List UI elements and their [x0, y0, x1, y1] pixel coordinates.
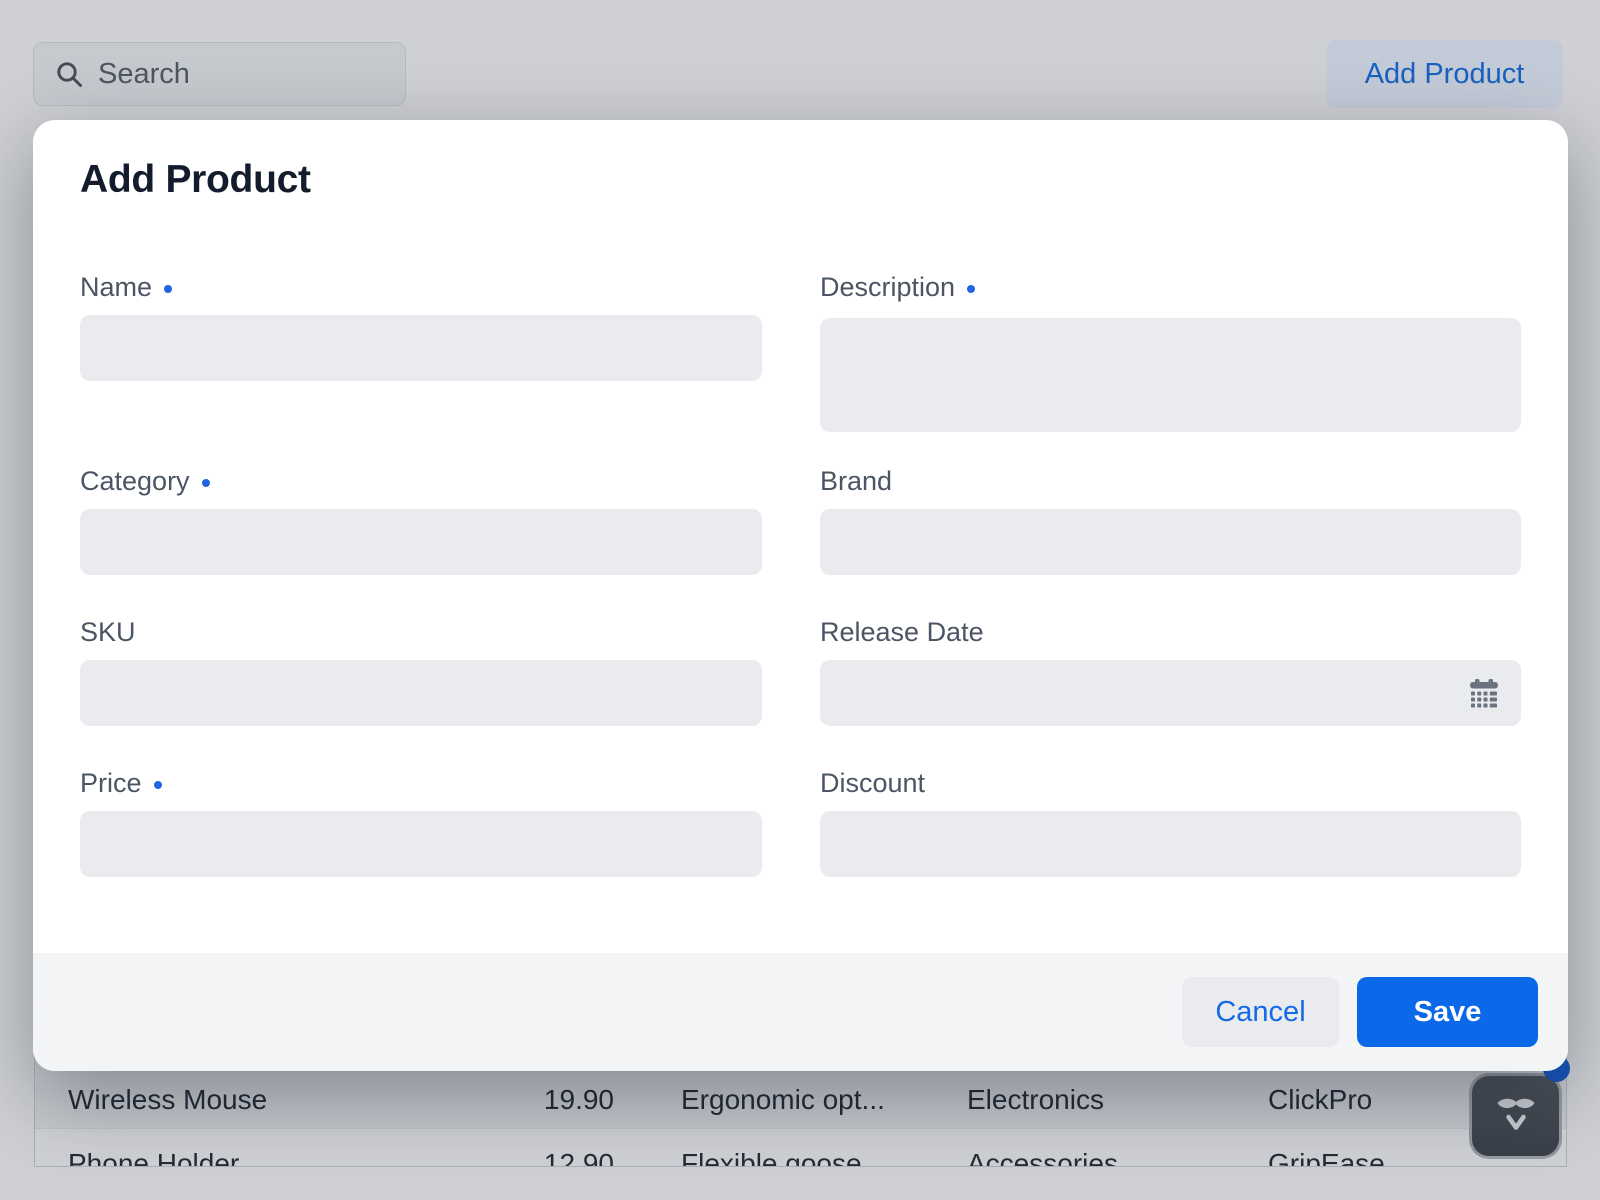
- brand-input[interactable]: [820, 509, 1521, 575]
- category-input[interactable]: [80, 509, 762, 575]
- modal-title: Add Product: [80, 158, 311, 202]
- field-label: Description: [820, 272, 955, 303]
- field-price: Price: [80, 768, 762, 877]
- field-label: Discount: [820, 768, 925, 799]
- price-input[interactable]: [80, 811, 762, 877]
- field-label: SKU: [80, 617, 136, 648]
- cancel-button[interactable]: Cancel: [1182, 977, 1339, 1047]
- description-textarea[interactable]: [820, 318, 1521, 432]
- field-category: Category: [80, 466, 762, 575]
- sku-input[interactable]: [80, 660, 762, 726]
- field-sku: SKU: [80, 617, 762, 726]
- field-label: Brand: [820, 466, 892, 497]
- save-button[interactable]: Save: [1357, 977, 1538, 1047]
- release-date-input[interactable]: [820, 660, 1521, 726]
- field-label: Release Date: [820, 617, 984, 648]
- field-description: Description: [820, 272, 1521, 432]
- discount-input[interactable]: [820, 811, 1521, 877]
- modal-footer: Cancel Save: [33, 953, 1568, 1071]
- field-brand: Brand: [820, 466, 1521, 575]
- name-input[interactable]: [80, 315, 762, 381]
- field-name: Name: [80, 272, 762, 381]
- required-dot: [202, 479, 210, 487]
- field-label: Category: [80, 466, 190, 497]
- field-label: Price: [80, 768, 142, 799]
- field-discount: Discount: [820, 768, 1521, 877]
- required-dot: [967, 285, 975, 293]
- calendar-icon[interactable]: [1467, 676, 1501, 710]
- required-dot: [164, 285, 172, 293]
- field-label: Name: [80, 272, 152, 303]
- required-dot: [154, 781, 162, 789]
- field-release-date: Release Date: [820, 617, 1521, 726]
- add-product-modal: Add Product Name Description Category Br…: [33, 120, 1568, 1071]
- app-window: Search Add Product Wireless Mouse 19.90 …: [0, 0, 1600, 1200]
